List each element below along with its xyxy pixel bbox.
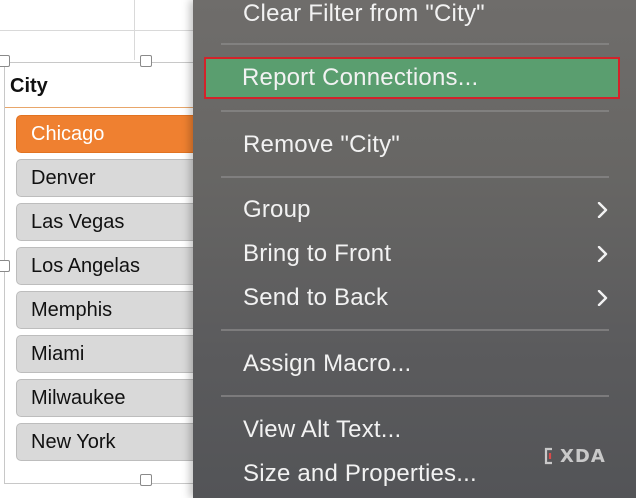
menu-item-label: Size and Properties... [243,460,477,487]
grid-row-line [0,30,200,31]
resize-handle-bottom-middle[interactable] [140,474,152,486]
resize-handle-middle-left[interactable] [0,260,10,272]
menu-separator [221,395,609,397]
xda-logo-icon [544,447,552,465]
menu-separator [221,176,609,178]
menu-item-label: Group [243,196,311,223]
slicer-header-divider [5,107,200,108]
slicer-item-memphis[interactable]: Memphis [16,291,200,329]
chevron-right-icon [597,246,608,262]
menu-item-label: Bring to Front [243,240,392,267]
menu-item-label: Remove "City" [243,131,401,158]
menu-item-remove[interactable]: Remove "City" [221,125,611,165]
menu-item-label: View Alt Text... [243,416,402,443]
menu-item-label: Assign Macro... [243,350,412,377]
menu-item-group[interactable]: Group [221,190,611,230]
menu-item-assign-macro[interactable]: Assign Macro... [221,344,611,384]
resize-handle-top-middle[interactable] [140,55,152,67]
slicer-item-denver[interactable]: Denver [16,159,200,197]
menu-item-report-connections[interactable]: Report Connections... [204,57,620,99]
watermark-text: XDA [560,445,606,467]
menu-separator [221,43,609,45]
slicer-item-chicago[interactable]: Chicago [16,115,200,153]
menu-item-label: Report Connections... [242,64,479,91]
slicer-title: City [10,75,48,97]
slicer-item-las-vegas[interactable]: Las Vegas [16,203,200,241]
spreadsheet-area: City Chicago Denver Las Vegas Los Angela… [0,0,200,498]
chevron-right-icon [597,202,608,218]
menu-separator [221,329,609,331]
city-slicer[interactable]: City Chicago Denver Las Vegas Los Angela… [4,62,200,484]
resize-handle-top-left[interactable] [0,55,10,67]
menu-item-label: Send to Back [243,284,389,311]
slicer-item-miami[interactable]: Miami [16,335,200,373]
context-menu: Clear Filter from "City" Report Connecti… [193,0,636,498]
menu-item-view-alt-text[interactable]: View Alt Text... [221,410,611,450]
slicer-item-new-york[interactable]: New York [16,423,200,461]
menu-item-label: Clear Filter from "City" [243,0,485,27]
slicer-item-list: Chicago Denver Las Vegas Los Angelas Mem… [16,115,200,467]
slicer-item-los-angelas[interactable]: Los Angelas [16,247,200,285]
menu-item-send-to-back[interactable]: Send to Back [221,278,611,318]
menu-separator [221,110,609,112]
chevron-right-icon [597,290,608,306]
slicer-item-milwaukee[interactable]: Milwaukee [16,379,200,417]
menu-item-clear-filter[interactable]: Clear Filter from "City" [221,0,611,34]
menu-item-bring-to-front[interactable]: Bring to Front [221,234,611,274]
xda-watermark: XDA [543,445,606,467]
